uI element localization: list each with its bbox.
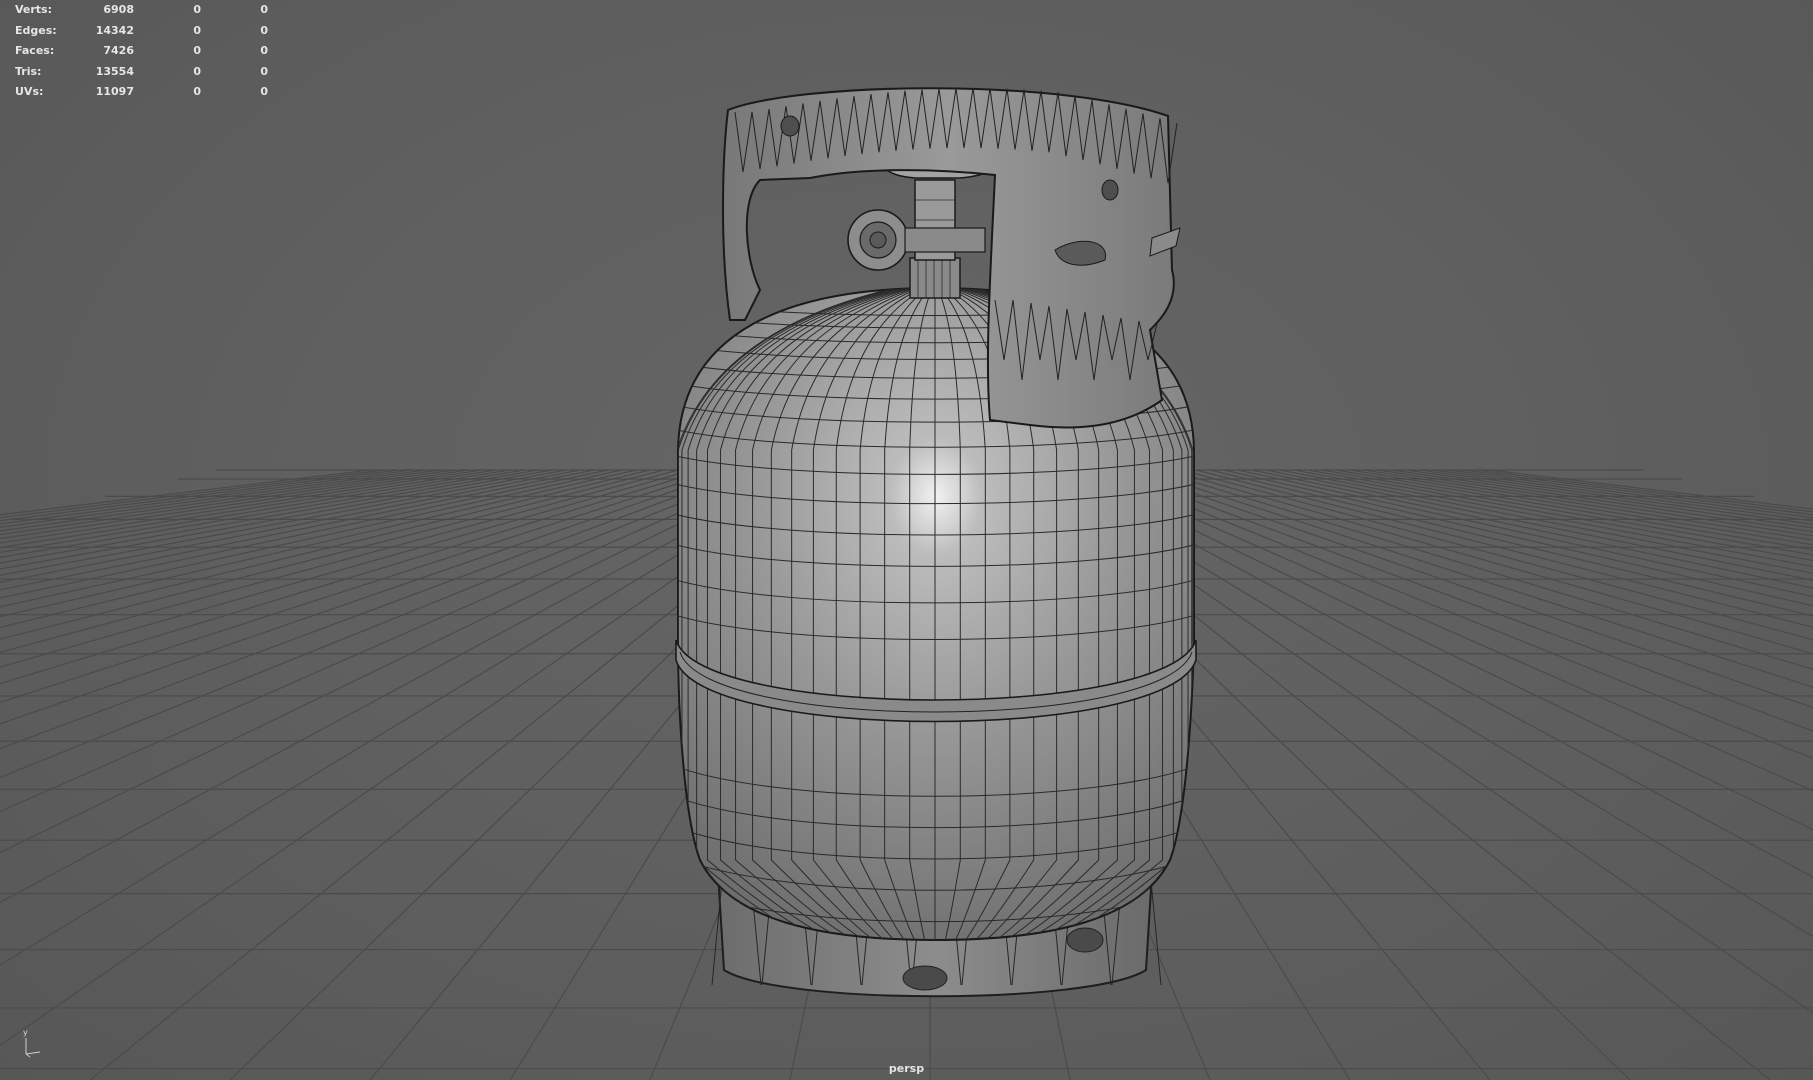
hud-stat-selected: 0 [193,23,201,37]
hud-stat-selected: 0 [193,85,201,98]
camera-name-label: persp [888,1062,925,1075]
hud-stat-object: 14342 [95,23,134,37]
hud-stat-label: Tris: [15,64,42,78]
hud-stat-object: 13554 [95,64,134,78]
hud-stat-label: Faces: [15,44,55,57]
hud-stat-label: UVs: [15,85,44,98]
hud-stat-uv: 0 [260,64,268,78]
hud-stat-selected: 0 [193,3,201,16]
scene-canvas[interactable] [0,0,1813,1080]
hud-stat-object: 11097 [95,85,134,98]
hud-stat-label: Edges: [15,23,57,37]
hud-stat-uv: 0 [260,44,268,57]
hud-stat-object: 6908 [103,3,134,16]
hud-stat-selected: 0 [193,44,201,57]
hud-stat-object: 7426 [103,44,134,57]
hud-stat-label: Verts: [15,3,53,16]
hud-stat-uv: 0 [260,23,268,37]
axis-gizmo: y [18,1028,48,1058]
hud-stat-uv: 0 [260,85,268,98]
hud-stat-uv: 0 [260,3,268,16]
axis-y-label: y [23,1028,28,1037]
viewport-3d[interactable]: Verts: 6908 0 0 Edges: 14342 0 0 Faces: 7426 0 0 Tri… [0,0,1813,1080]
hud-stat-selected: 0 [193,64,201,78]
